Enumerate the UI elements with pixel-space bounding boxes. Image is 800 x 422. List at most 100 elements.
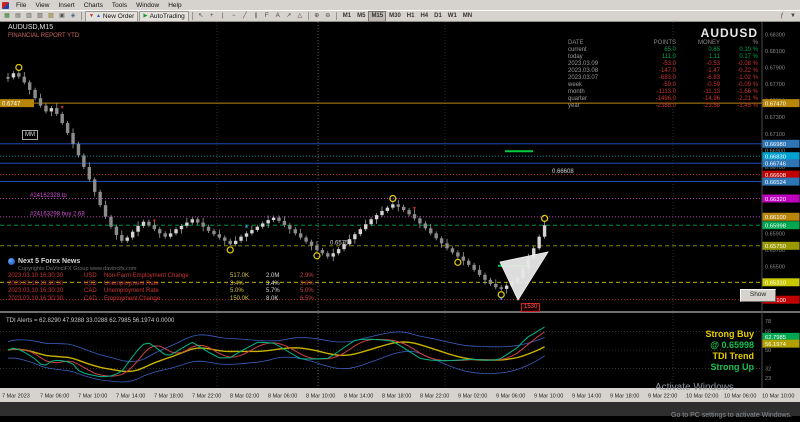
menu-help[interactable]: Help [166, 2, 183, 9]
shapes-icon[interactable]: △ [295, 12, 305, 21]
candle-body [294, 229, 297, 233]
strategy-tester-icon[interactable]: ◈ [68, 12, 78, 21]
quote-pct: -1.66 % [720, 89, 758, 96]
menu-charts[interactable]: Charts [82, 2, 105, 9]
menu-bar: File View Insert Charts Tools Window Help [0, 0, 800, 10]
data-window-icon[interactable]: ▧ [35, 12, 45, 21]
candle-body [77, 144, 80, 156]
timeframe-m1-button[interactable]: M1 [340, 11, 354, 22]
candle-body [212, 231, 215, 234]
time-axis-label: 9 Mar 10:00 [534, 394, 563, 400]
candle-body [163, 233, 166, 236]
candle-body [369, 219, 372, 224]
fibonacci-icon[interactable]: F [262, 12, 272, 21]
trade-order-label: #24163298 buy 2.68 [30, 211, 85, 217]
quote-panel-symbol: AUDUSD [568, 26, 758, 40]
timeframe-d1-button[interactable]: D1 [431, 11, 445, 22]
tdi-signal-panel: Strong Buy @ 0.65998 TDI Trend Strong Up [706, 329, 755, 373]
news-forecast: 2.0M [266, 273, 300, 281]
templates-icon[interactable]: ▼ [788, 12, 798, 21]
trendline-icon[interactable]: ╱ [240, 12, 250, 21]
news-event: Unemployment Rate [104, 281, 230, 289]
timeframe-m5-button[interactable]: M5 [354, 11, 368, 22]
indicators-icon[interactable]: ƒ [777, 12, 787, 21]
new-chart-icon[interactable]: ▦ [2, 12, 12, 21]
menu-file[interactable]: File [14, 2, 28, 9]
timeframe-m15-button[interactable]: M15 [368, 11, 386, 22]
vertical-line-icon[interactable]: | [218, 12, 228, 21]
globe-icon [8, 258, 15, 265]
quote-row-label: month [568, 89, 630, 96]
quote-pct: -3.45 % [720, 103, 758, 110]
timeframe-mn-button[interactable]: MN [460, 11, 475, 22]
toolbar-separator [81, 12, 82, 20]
text-icon[interactable]: A [273, 12, 283, 21]
show-button[interactable]: Show [740, 289, 776, 302]
menu-insert[interactable]: Insert [56, 2, 76, 9]
candle-body [131, 232, 134, 238]
candle-body [277, 218, 280, 221]
timeframe-m30-button[interactable]: M30 [386, 11, 404, 22]
timeframe-h4-button[interactable]: H4 [417, 11, 431, 22]
quote-money: 1.11 [676, 54, 720, 61]
time-axis-label: 8 Mar 10:00 [306, 394, 335, 400]
terminal-icon[interactable]: ▣ [57, 12, 67, 21]
crosshair-icon[interactable]: + [207, 12, 217, 21]
time-axis-label: 10 Mar 06:00 [724, 394, 756, 400]
cursor-icon[interactable]: ↖ [196, 12, 206, 21]
time-axis-label: 9 Mar 18:00 [610, 394, 639, 400]
time-axis-label: 8 Mar 06:00 [268, 394, 297, 400]
candle-body [191, 219, 194, 222]
quote-pct: -1.02 % [720, 75, 758, 82]
horizontal-line-icon[interactable]: − [229, 12, 239, 21]
news-time: 2023.03.10 16:30:30 [8, 273, 84, 281]
menu-view[interactable]: View [33, 2, 51, 9]
candle-body [283, 221, 286, 225]
candle-body [126, 238, 129, 241]
price-axis-tick: 0.67100 [765, 132, 785, 138]
candle-body [478, 270, 481, 275]
news-actual: 3.4% [230, 281, 266, 289]
signal-line-strong-up: Strong Up [706, 362, 755, 373]
new-order-button[interactable]: ▼▲ New Order [85, 11, 138, 22]
candle-body [424, 223, 427, 228]
candle-body [174, 229, 177, 233]
chart-profiles-icon[interactable]: ▤ [13, 12, 23, 21]
candle-body [310, 242, 313, 246]
candle-body [391, 204, 394, 207]
quote-pct: 0.17 % [720, 54, 758, 61]
app-logo-icon [2, 2, 9, 9]
candle-body [543, 225, 546, 236]
market-watch-icon[interactable]: ▥ [24, 12, 34, 21]
quote-points: -147.0 [630, 68, 676, 75]
candle-body [17, 73, 20, 76]
price-axis-tag-text: 0.66746 [765, 161, 786, 167]
quote-row-label: week [568, 82, 630, 89]
timeframe-h1-button[interactable]: H1 [404, 11, 418, 22]
news-event: Employment Change [104, 296, 230, 304]
time-axis-label: 8 Mar 22:00 [420, 394, 449, 400]
quote-row-label: 2023.03.09 [568, 61, 630, 68]
candle-body [451, 248, 454, 252]
autotrading-button[interactable]: ▶ AutoTrading [139, 11, 188, 22]
menu-tools[interactable]: Tools [110, 2, 129, 9]
quote-row-label: year [568, 103, 630, 110]
zoom-out-icon[interactable]: ⊖ [323, 12, 333, 21]
news-actual: 150.0K [230, 296, 266, 304]
quote-row-label: current [568, 47, 630, 54]
zoom-in-icon[interactable]: ⊕ [312, 12, 322, 21]
candle-body [71, 133, 74, 144]
new-order-icon-2: ▲ [96, 13, 101, 19]
menu-window[interactable]: Window [134, 2, 161, 9]
arrows-icon[interactable]: ↗ [284, 12, 294, 21]
news-currency: USD [84, 281, 104, 289]
channel-icon[interactable]: ∥ [251, 12, 261, 21]
candle-body [250, 230, 253, 233]
candle-body [445, 243, 448, 248]
navigator-icon[interactable]: ▨ [46, 12, 56, 21]
news-previous: 5.0% [300, 288, 330, 296]
news-time: 2023.03.10 16:30:30 [8, 288, 84, 296]
timeframe-w1-button[interactable]: W1 [445, 11, 460, 22]
candle-body [61, 114, 64, 123]
quote-money: -0.59 [676, 82, 720, 89]
